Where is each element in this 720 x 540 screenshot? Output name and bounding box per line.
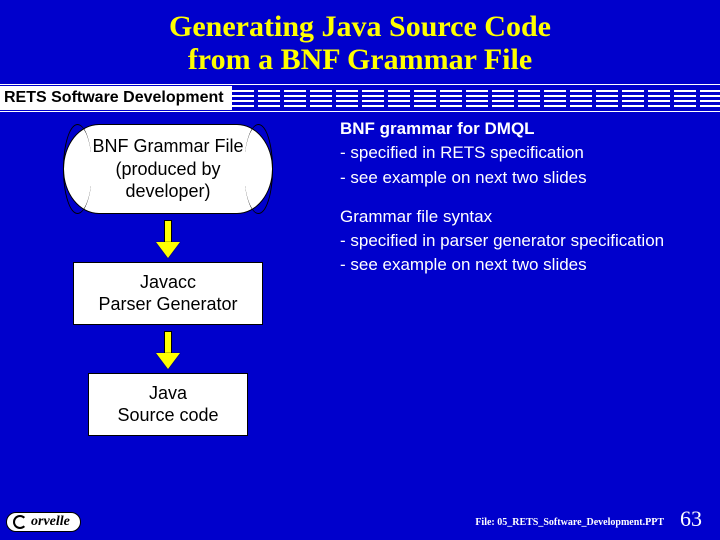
flow-diagram: BNF Grammar File (produced by developer)… [48,124,288,436]
src-line2: Source code [99,404,237,427]
content-area: BNF Grammar File (produced by developer)… [0,112,720,492]
note-line: - see example on next two slides [340,167,700,188]
javacc-line2: Parser Generator [84,293,252,316]
logo-c-icon [13,515,27,529]
title-line-1: Generating Java Source Code [0,10,720,43]
file-path-label: File: 05_RETS_Software_Development.PPT [475,517,664,528]
bnf-file-node: BNF Grammar File (produced by developer) [63,124,273,214]
corvelle-logo: orvelle [6,512,81,532]
bnf-line2: (produced by [82,158,254,181]
arrow-down-icon [156,331,180,369]
decorative-stripes [232,87,720,109]
java-source-node: Java Source code [88,373,248,436]
bnf-line3: developer) [82,180,254,203]
note-group-dmql: BNF grammar for DMQL - specified in RETS… [340,118,700,188]
note-group-syntax: Grammar file syntax - specified in parse… [340,206,700,276]
note-line: - specified in RETS specification [340,142,700,163]
note-line: - see example on next two slides [340,254,700,275]
title-line-2: from a BNF Grammar File [0,43,720,76]
note-line: - specified in parser generator specific… [340,230,700,251]
subtitle-label: RETS Software Development [0,86,232,110]
logo-text: orvelle [31,514,70,530]
javacc-line1: Javacc [84,271,252,294]
bnf-line1: BNF Grammar File [82,135,254,158]
note-line: Grammar file syntax [340,206,700,227]
note-line: BNF grammar for DMQL [340,118,700,139]
page-number: 63 [680,506,702,532]
footer: orvelle File: 05_RETS_Software_Developme… [0,504,720,534]
subtitle-bar: RETS Software Development [0,84,720,112]
notes-block: BNF grammar for DMQL - specified in RETS… [340,118,700,294]
javacc-node: Javacc Parser Generator [73,262,263,325]
slide-title: Generating Java Source Code from a BNF G… [0,0,720,76]
arrow-down-icon [156,220,180,258]
src-line1: Java [99,382,237,405]
